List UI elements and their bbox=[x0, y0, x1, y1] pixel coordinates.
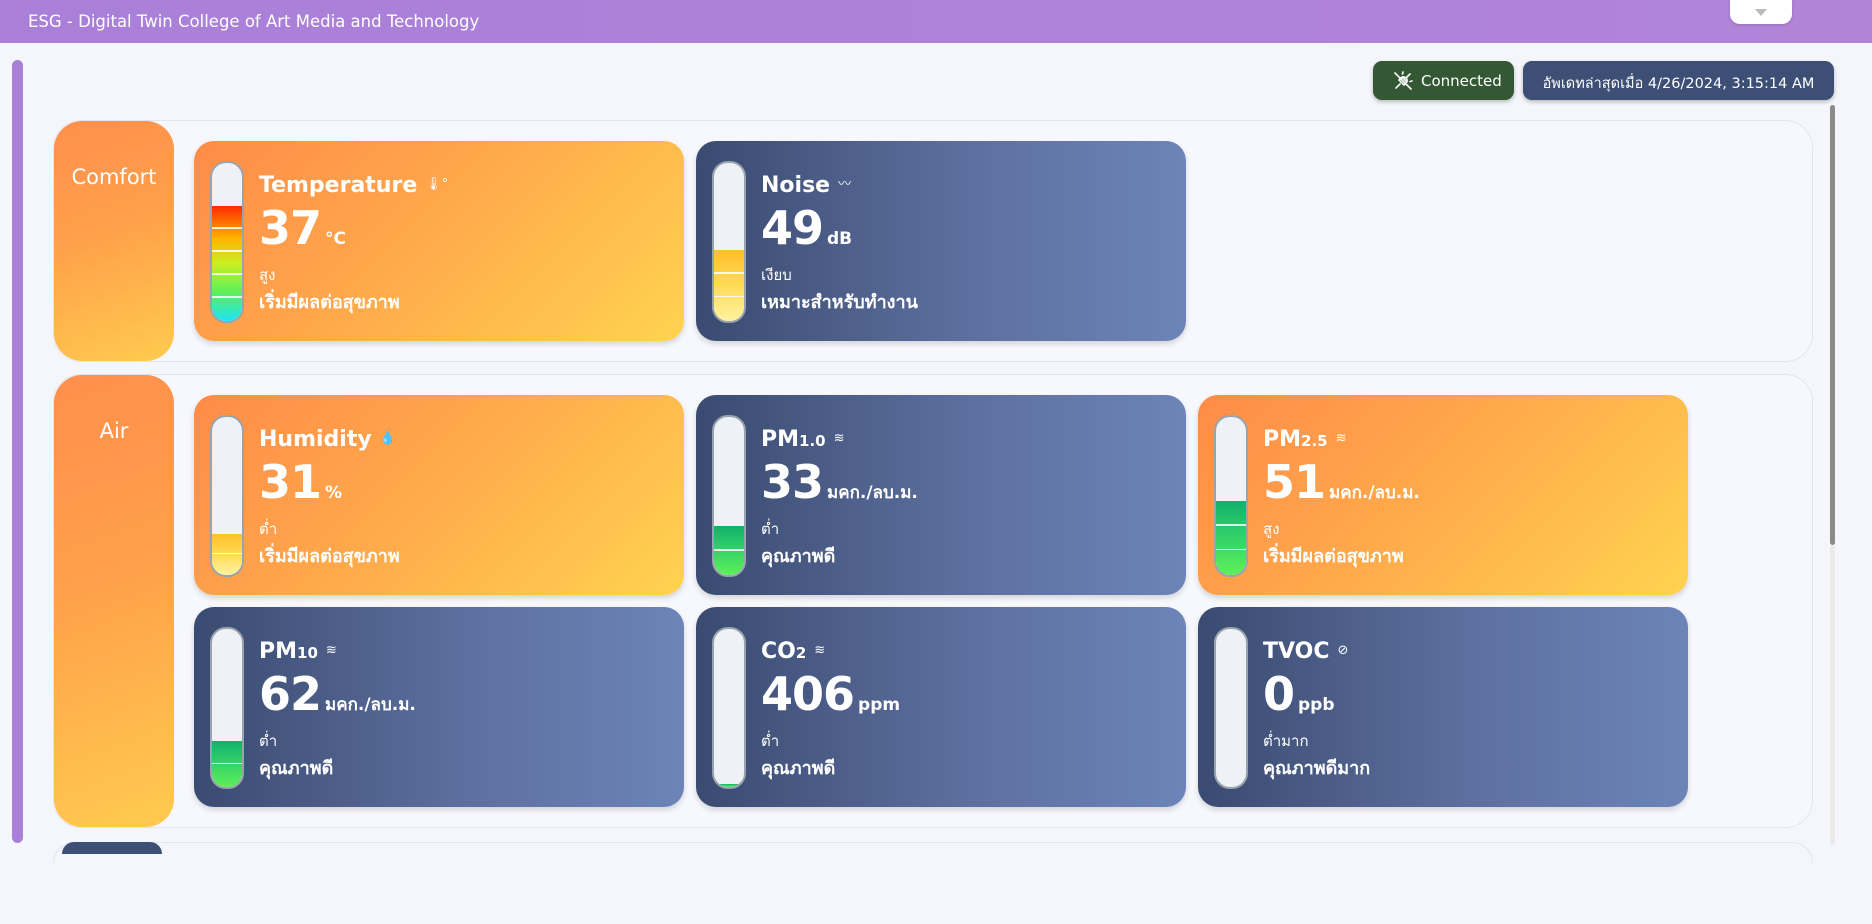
sensor-unit: มคก./ลบ.ม. bbox=[827, 483, 918, 503]
sensor-description: คุณภาพดี bbox=[761, 758, 836, 779]
sensor-card-humidity[interactable]: Humidity 💧 31% ต่ำ เริ่มมีผลต่อสุขภาพ bbox=[194, 395, 684, 595]
sensor-value: 0 ppb bbox=[1263, 667, 1335, 721]
sensor-card-temperature[interactable]: Temperature 🌡° 37 °C สูง เริ่มมีผลต่อสุขภา… bbox=[194, 141, 684, 341]
section-label-comfort-text: Comfort bbox=[71, 165, 157, 189]
sensor-unit: มคก./ลบ.ม. bbox=[1329, 483, 1420, 503]
plug-disconnect-icon bbox=[1394, 71, 1413, 90]
sensor-card-tvoc[interactable]: TVOC ⊘ 0 ppb ต่ำมาก คุณภาพดีมาก bbox=[1198, 607, 1688, 807]
gauge-tvoc bbox=[1214, 627, 1248, 789]
sensor-level: เงียบ bbox=[761, 266, 792, 284]
last-updated-badge: อัพเดทล่าสุดเมื่อ 4/26/2024, 3:15:14 AM bbox=[1523, 61, 1834, 100]
sensor-level: สูง bbox=[259, 266, 276, 284]
next-section-label-peek bbox=[62, 842, 162, 854]
sensor-value: 37 °C bbox=[259, 201, 346, 255]
sensor-description: คุณภาพดี bbox=[259, 758, 334, 779]
collapse-dropdown-button[interactable] bbox=[1730, 0, 1792, 24]
section-label-comfort: Comfort bbox=[54, 121, 174, 361]
thermometer-icon: 🌡° bbox=[425, 177, 449, 192]
gauge-tick bbox=[212, 552, 242, 555]
connection-status-badge: Connected bbox=[1373, 61, 1514, 100]
gauge-pm10 bbox=[210, 627, 244, 789]
sensor-value: 31% bbox=[259, 455, 343, 509]
gauge-tick bbox=[714, 549, 744, 551]
no-virus-icon: ⊘ bbox=[1337, 643, 1349, 658]
sensor-level: ต่ำมาก bbox=[1263, 732, 1309, 750]
sensor-name: PM2.5 ≋ bbox=[1263, 427, 1347, 452]
haze-icon: ≋ bbox=[1335, 431, 1347, 446]
gauge-pm1 bbox=[712, 415, 746, 577]
app-title: ESG - Digital Twin College of Art Media … bbox=[28, 12, 480, 31]
sensor-unit: ppm bbox=[858, 695, 901, 715]
sensor-value: 49 dB bbox=[761, 201, 853, 255]
gauge-noise bbox=[712, 161, 746, 323]
gauge-tick bbox=[714, 295, 744, 298]
sound-wave-icon: 〰 bbox=[838, 177, 852, 192]
sensor-name: TVOC ⊘ bbox=[1263, 639, 1349, 664]
sensor-name: PM1.0 ≋ bbox=[761, 427, 845, 452]
left-accent-rail bbox=[12, 60, 23, 843]
sensor-level: ต่ำ bbox=[259, 732, 278, 750]
sensor-unit: มคก./ลบ.ม. bbox=[325, 695, 416, 715]
gauge-humidity bbox=[210, 415, 244, 577]
haze-icon: ≋ bbox=[833, 431, 845, 446]
next-section-edge bbox=[53, 842, 1813, 863]
gauge-tick bbox=[212, 762, 242, 765]
sensor-name: Temperature 🌡° bbox=[259, 173, 449, 198]
sensor-unit: ppb bbox=[1298, 695, 1335, 715]
sensor-name: Noise 〰 bbox=[761, 173, 852, 198]
sensor-card-noise[interactable]: Noise 〰 49 dB เงียบ เหมาะสำหรับทำงาน bbox=[696, 141, 1186, 341]
sensor-level: ต่ำ bbox=[761, 732, 780, 750]
sensor-value: 33 มคก./ลบ.ม. bbox=[761, 455, 918, 509]
sensor-description: เริ่มมีผลต่อสุขภาพ bbox=[1263, 546, 1404, 567]
gauge-tick bbox=[212, 250, 242, 252]
sensor-card-pm10[interactable]: PM10 ≋ 62 มคก./ลบ.ม. ต่ำ คุณภาพดี bbox=[194, 607, 684, 807]
chevron-down-icon bbox=[1755, 9, 1767, 16]
sensor-value: 51 มคก./ลบ.ม. bbox=[1263, 455, 1420, 509]
sensor-card-pm25[interactable]: PM2.5 ≋ 51 มคก./ลบ.ม. สูง เริ่มมีผลต่อสุขภ… bbox=[1198, 395, 1688, 595]
scrollbar-thumb[interactable] bbox=[1830, 105, 1835, 545]
sensor-description: คุณภาพดีมาก bbox=[1263, 758, 1371, 779]
haze-icon: ≋ bbox=[814, 643, 826, 658]
sensor-unit: °C bbox=[325, 229, 346, 249]
sensor-description: คุณภาพดี bbox=[761, 546, 836, 567]
gauge-co2 bbox=[712, 627, 746, 789]
sensor-value: 62 มคก./ลบ.ม. bbox=[259, 667, 416, 721]
haze-icon: ≋ bbox=[325, 643, 337, 658]
title-bar: ESG - Digital Twin College of Art Media … bbox=[0, 0, 1872, 43]
sensor-value: 406 ppm bbox=[761, 667, 901, 721]
sensor-unit: dB bbox=[827, 229, 853, 249]
section-label-air-text: Air bbox=[99, 419, 129, 443]
gauge-tick bbox=[212, 273, 242, 275]
sensor-description: เหมาะสำหรับทำงาน bbox=[761, 292, 918, 313]
connection-label: Connected bbox=[1421, 72, 1502, 90]
gauge-tick bbox=[1216, 548, 1246, 551]
sensor-unit: % bbox=[325, 483, 343, 503]
gauge-tick bbox=[1216, 524, 1246, 526]
gauge-tick bbox=[714, 272, 744, 274]
sensor-description: เริ่มมีผลต่อสุขภาพ bbox=[259, 546, 400, 567]
sensor-level: สูง bbox=[1263, 520, 1280, 538]
section-label-air: Air bbox=[54, 375, 174, 827]
gauge-tick bbox=[212, 227, 242, 229]
gauge-temperature bbox=[210, 161, 244, 323]
last-updated-text: อัพเดทล่าสุดเมื่อ 4/26/2024, 3:15:14 AM bbox=[1542, 76, 1815, 92]
sensor-card-co2[interactable]: CO2 ≋ 406 ppm ต่ำ คุณภาพดี bbox=[696, 607, 1186, 807]
gauge-pm25 bbox=[1214, 415, 1248, 577]
scrollbar-track[interactable] bbox=[1830, 545, 1835, 845]
sensor-card-pm1[interactable]: PM1.0 ≋ 33 มคก./ลบ.ม. ต่ำ คุณภาพดี bbox=[696, 395, 1186, 595]
sensor-name: PM10 ≋ bbox=[259, 639, 337, 664]
sensor-level: ต่ำ bbox=[259, 520, 278, 538]
sensor-level: ต่ำ bbox=[761, 520, 780, 538]
droplet-icon: 💧 bbox=[379, 431, 396, 446]
gauge-tick bbox=[212, 296, 242, 298]
sensor-name: Humidity 💧 bbox=[259, 427, 396, 452]
sensor-description: เริ่มมีผลต่อสุขภาพ bbox=[259, 292, 400, 313]
sensor-name: CO2 ≋ bbox=[761, 639, 826, 664]
